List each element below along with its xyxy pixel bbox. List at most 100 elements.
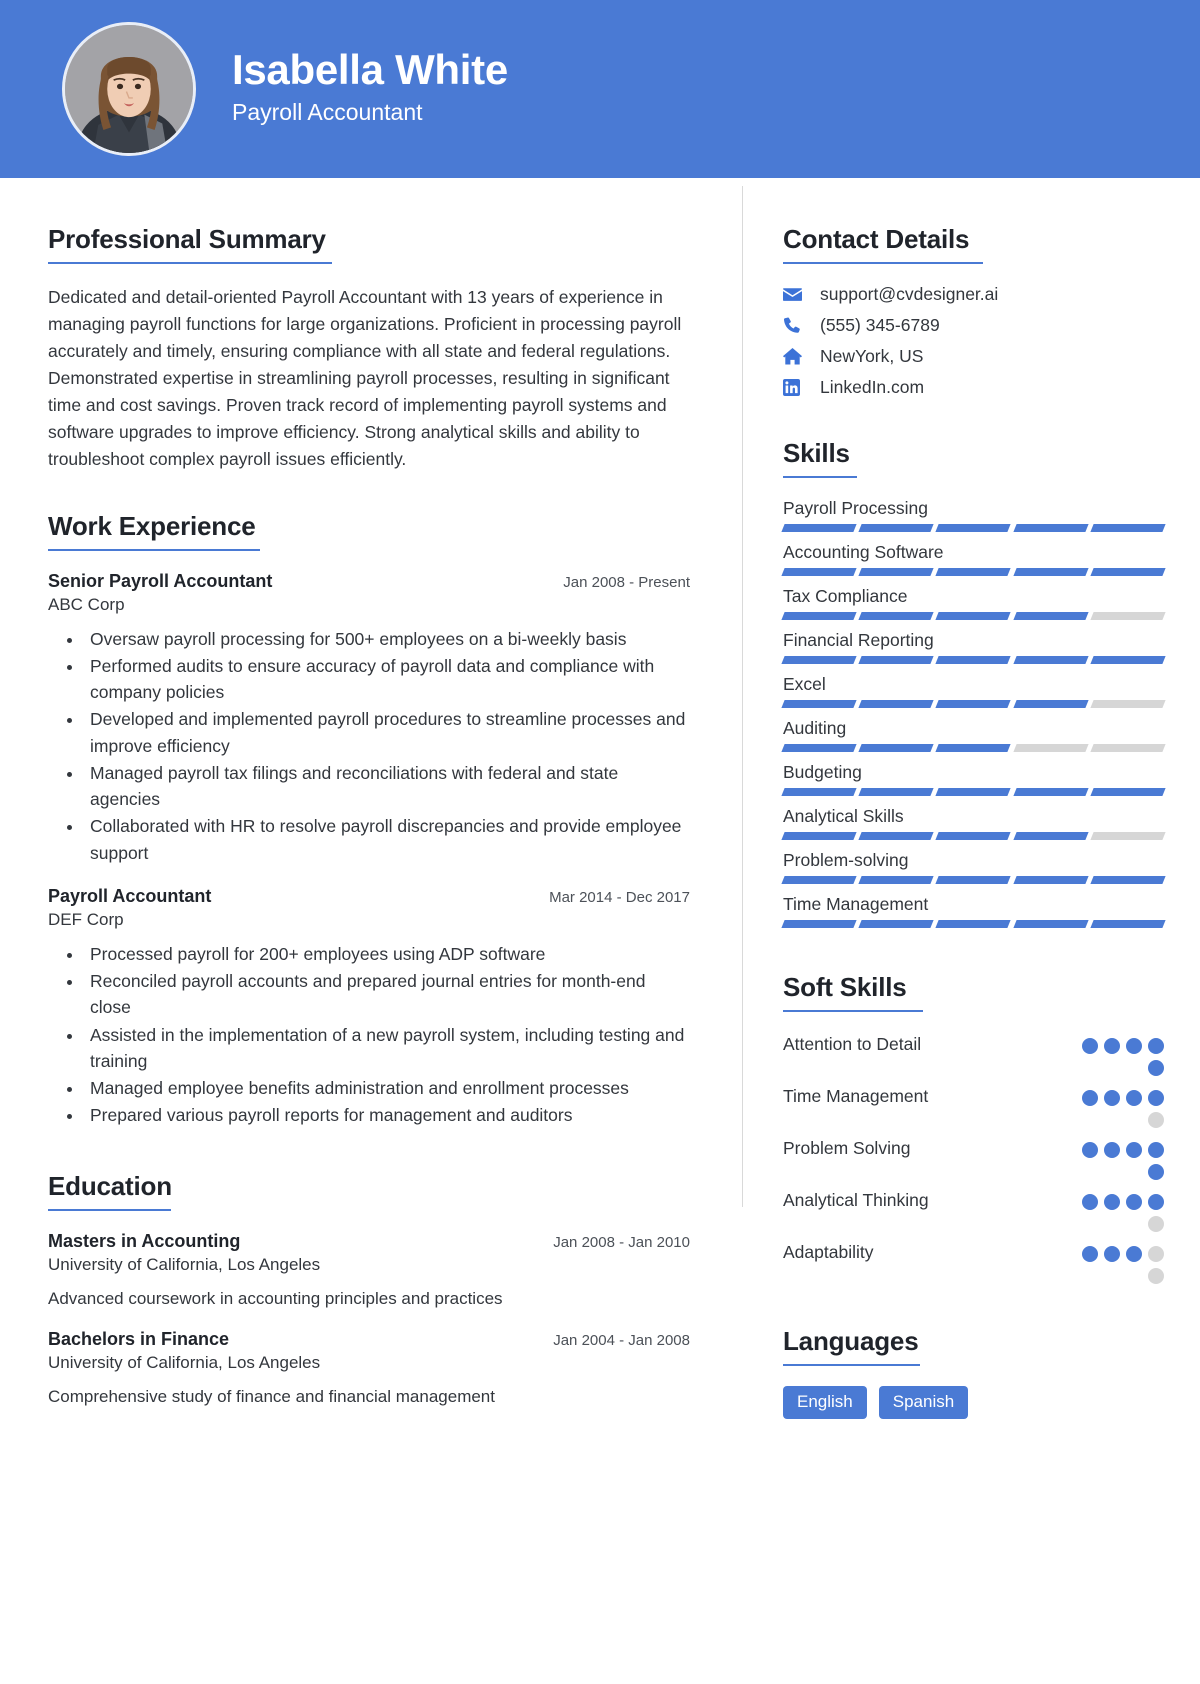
resume-body: Professional Summary Dedicated and detai… bbox=[0, 178, 1200, 1467]
skill-bar-segment bbox=[935, 568, 1012, 576]
skill-item: Auditing bbox=[781, 718, 1166, 752]
section-title-contact: Contact Details bbox=[783, 224, 970, 254]
skill-bar-segment bbox=[935, 920, 1012, 928]
work-entry-header: Senior Payroll Accountant Jan 2008 - Pre… bbox=[48, 571, 690, 592]
job-bullet: Performed audits to ensure accuracy of p… bbox=[84, 653, 690, 706]
home-icon bbox=[783, 348, 809, 365]
skill-level-bar bbox=[781, 832, 1166, 840]
skill-bar-segment bbox=[1090, 656, 1166, 664]
education-entry-header: Masters in Accounting Jan 2008 - Jan 201… bbox=[48, 1231, 690, 1252]
skill-bar-segment bbox=[858, 700, 935, 708]
rating-dot bbox=[1104, 1194, 1120, 1210]
skill-bar-segment bbox=[858, 832, 935, 840]
skill-bar-segment bbox=[935, 524, 1012, 532]
skill-bar-segment bbox=[858, 524, 935, 532]
skill-bar-segment bbox=[1090, 920, 1166, 928]
skill-level-bar bbox=[781, 700, 1166, 708]
skill-bar-segment bbox=[1012, 656, 1089, 664]
section-contact-details: Contact Details support@cvdesigner.ai (5… bbox=[783, 224, 1164, 398]
job-bullet: Collaborated with HR to resolve payroll … bbox=[84, 813, 690, 866]
skill-bar-segment bbox=[1090, 744, 1166, 752]
skill-bar-segment bbox=[858, 744, 935, 752]
skill-bar-segment bbox=[935, 788, 1012, 796]
work-entry-header: Payroll Accountant Mar 2014 - Dec 2017 bbox=[48, 886, 690, 907]
education-entry: Bachelors in Finance Jan 2004 - Jan 2008… bbox=[48, 1329, 690, 1407]
soft-skills-list: Attention to Detail Time Management Proble… bbox=[783, 1032, 1164, 1284]
soft-skill-item: Adaptability bbox=[783, 1240, 1164, 1284]
soft-skill-item: Problem Solving bbox=[783, 1136, 1164, 1180]
work-entry: Payroll Accountant Mar 2014 - Dec 2017 D… bbox=[48, 886, 690, 1129]
soft-skill-label: Adaptability bbox=[783, 1242, 874, 1262]
contact-item-location[interactable]: NewYork, US bbox=[783, 346, 1164, 367]
main-column: Professional Summary Dedicated and detai… bbox=[0, 178, 742, 1467]
soft-skill-item: Attention to Detail bbox=[783, 1032, 1164, 1076]
soft-skill-label: Analytical Thinking bbox=[783, 1190, 929, 1210]
rating-dot bbox=[1082, 1142, 1098, 1158]
section-title-work: Work Experience bbox=[48, 510, 256, 541]
degree-title: Bachelors in Finance bbox=[48, 1328, 230, 1349]
rating-dot bbox=[1148, 1038, 1164, 1054]
section-rule-contact bbox=[783, 262, 983, 264]
skill-bar-segment bbox=[781, 788, 857, 796]
skill-bar-segment bbox=[1012, 524, 1089, 532]
section-rule-work bbox=[48, 548, 260, 551]
skill-bar-segment bbox=[858, 612, 935, 620]
degree-date: Jan 2008 - Jan 2010 bbox=[553, 1233, 690, 1251]
skill-bar-segment bbox=[781, 876, 857, 884]
contact-item-phone[interactable]: (555) 345-6789 bbox=[783, 315, 1164, 336]
skill-bar-segment bbox=[935, 744, 1012, 752]
rating-dot bbox=[1148, 1060, 1164, 1076]
skill-bar-segment bbox=[858, 656, 935, 664]
rating-dot bbox=[1148, 1194, 1164, 1210]
rating-dot bbox=[1082, 1194, 1098, 1210]
job-bullet: Managed payroll tax filings and reconcil… bbox=[84, 760, 690, 813]
skill-label: Excel bbox=[783, 674, 826, 694]
job-bullet: Reconciled payroll accounts and prepared… bbox=[84, 968, 690, 1021]
skill-bar-segment bbox=[1090, 788, 1166, 796]
soft-skill-rating bbox=[1068, 1084, 1164, 1128]
skill-bar-segment bbox=[1090, 524, 1166, 532]
skill-bar-segment bbox=[1012, 876, 1089, 884]
section-title-skills: Skills bbox=[783, 438, 850, 468]
section-rule-soft-skills bbox=[783, 1010, 923, 1012]
rating-dot bbox=[1148, 1216, 1164, 1232]
envelope-icon bbox=[783, 287, 809, 302]
contact-location-value: NewYork, US bbox=[820, 346, 924, 366]
skill-level-bar bbox=[781, 744, 1166, 752]
school-name: University of California, Los Angeles bbox=[48, 1352, 321, 1372]
rating-dot bbox=[1126, 1090, 1142, 1106]
soft-skill-item: Analytical Thinking bbox=[783, 1188, 1164, 1232]
job-bullet: Developed and implemented payroll proced… bbox=[84, 706, 690, 759]
soft-skill-rating bbox=[1068, 1188, 1164, 1232]
rating-dot bbox=[1104, 1090, 1120, 1106]
skill-bar-segment bbox=[1090, 832, 1166, 840]
skill-bar-segment bbox=[1090, 700, 1166, 708]
skill-bar-segment bbox=[781, 700, 857, 708]
section-rule-education bbox=[48, 1208, 171, 1211]
skill-item: Problem-solving bbox=[781, 850, 1166, 884]
skill-level-bar bbox=[781, 876, 1166, 884]
skill-bar-segment bbox=[781, 656, 857, 664]
avatar bbox=[62, 22, 196, 156]
summary-text: Dedicated and detail-oriented Payroll Ac… bbox=[48, 287, 682, 469]
section-title-education: Education bbox=[48, 1170, 172, 1201]
skill-level-bar bbox=[781, 920, 1166, 928]
sidebar-column: Contact Details support@cvdesigner.ai (5… bbox=[743, 178, 1200, 1467]
skill-bar-segment bbox=[1012, 700, 1089, 708]
skill-bar-segment bbox=[781, 568, 857, 576]
skill-bar-segment bbox=[858, 788, 935, 796]
section-skills: Skills Payroll Processing Accounting Soft… bbox=[781, 438, 1166, 928]
skill-bar-segment bbox=[1012, 568, 1089, 576]
contact-item-linkedin[interactable]: LinkedIn.com bbox=[783, 377, 1164, 398]
soft-skill-rating bbox=[1068, 1032, 1164, 1076]
candidate-role: Payroll Accountant bbox=[232, 99, 423, 126]
work-entry: Senior Payroll Accountant Jan 2008 - Pre… bbox=[48, 571, 690, 866]
phone-icon bbox=[783, 317, 809, 335]
contact-item-email[interactable]: support@cvdesigner.ai bbox=[783, 284, 1164, 305]
skill-level-bar bbox=[781, 612, 1166, 620]
skill-level-bar bbox=[781, 656, 1166, 664]
skill-bar-segment bbox=[935, 876, 1012, 884]
skill-bar-segment bbox=[781, 612, 857, 620]
skill-bar-segment bbox=[781, 744, 857, 752]
job-bullet: Prepared various payroll reports for man… bbox=[84, 1102, 690, 1128]
